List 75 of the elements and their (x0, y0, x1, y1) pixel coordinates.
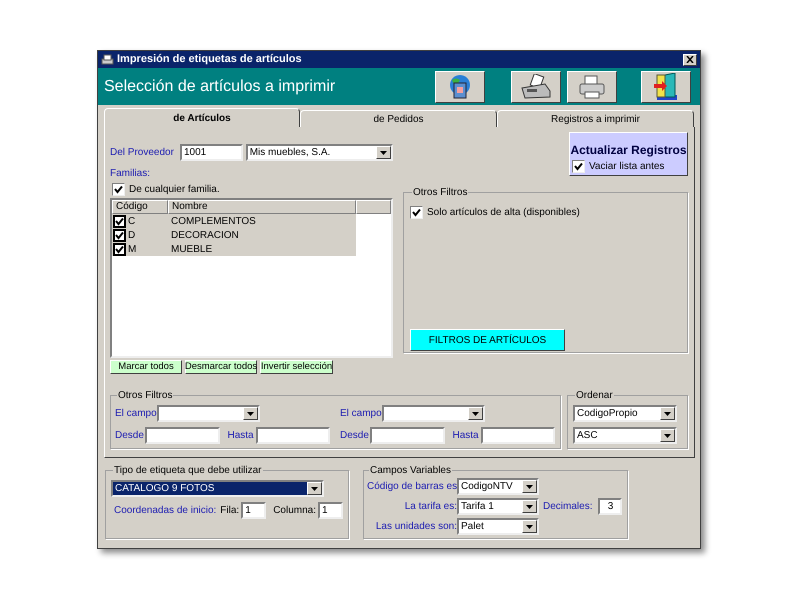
input-field[interactable]: 1001 (180, 144, 243, 161)
exit-button[interactable] (641, 70, 691, 102)
field-label: Familias: (110, 167, 150, 181)
input-field[interactable] (145, 427, 220, 444)
group-title: Otros Filtros (412, 186, 468, 200)
table-cell-text: DECORACION (170, 228, 239, 242)
table-cell-text: C (128, 214, 136, 228)
checkbox-label: Vaciar lista antes (589, 160, 664, 174)
input-field[interactable]: 1 (318, 502, 344, 519)
field-label: Hasta (228, 429, 255, 443)
checkbox[interactable] (113, 242, 126, 256)
dropdown-field[interactable]: ASC (573, 427, 677, 444)
dropdown-field[interactable]: CodigoNTV (457, 478, 540, 495)
field-label: Decimales: (543, 500, 592, 514)
globe-icon (448, 74, 472, 100)
fax-machine-icon (519, 74, 553, 100)
header-title: Selección de artículos a imprimir (104, 76, 336, 96)
globe-button[interactable] (435, 70, 485, 102)
field-label: Columna: (273, 504, 316, 518)
input-field[interactable] (480, 427, 555, 444)
article-filters-button[interactable]: FILTROS DE ARTÍCULOS (410, 329, 565, 351)
field-label: Del Proveedor (110, 146, 175, 160)
printer-icon (101, 54, 114, 66)
checkbox-label: Solo artículos de alta (disponibles) (427, 206, 580, 220)
close-icon[interactable] (683, 54, 697, 66)
column-header[interactable]: Nombre (168, 200, 356, 214)
input-field[interactable]: 3 (598, 498, 622, 515)
field-label: Hasta (452, 429, 480, 443)
dropdown-field[interactable]: CodigoPropio (573, 405, 677, 422)
checkbox[interactable] (410, 206, 423, 219)
checkbox[interactable] (113, 214, 126, 228)
field-label: El campo (115, 407, 157, 421)
checkbox[interactable] (113, 228, 126, 242)
dropdown-field[interactable] (382, 405, 485, 422)
dropdown-field[interactable]: Palet (457, 518, 540, 535)
fax-button[interactable] (511, 70, 561, 102)
table-cell-text: COMPLEMENTOS (170, 214, 256, 228)
list-row[interactable]: M MUEBLE (112, 242, 356, 256)
field-label: Las unidades son: (374, 520, 458, 534)
table-cell-text: MUEBLE (170, 242, 212, 256)
table-cell-text: D (128, 228, 136, 242)
group-title: Ordenar (575, 389, 614, 403)
checkbox-label: De cualquier familia. (129, 183, 220, 197)
list-action-button[interactable]: Marcar todos (110, 360, 182, 374)
dropdown-field[interactable] (157, 405, 260, 422)
checkbox[interactable] (572, 160, 585, 173)
input-field[interactable] (256, 427, 330, 444)
tab[interactable]: de Pedidos (300, 110, 497, 127)
table-cell-text: M (128, 242, 136, 256)
field-label: Fila: (220, 504, 240, 518)
window-title: Impresión de etiquetas de artículos (117, 52, 303, 68)
list-action-button[interactable]: Invertir selección (260, 360, 333, 374)
list-row[interactable]: C COMPLEMENTOS (112, 214, 356, 228)
field-label: Desde (340, 429, 370, 443)
input-field[interactable] (370, 427, 444, 444)
label-type-dropdown[interactable]: CATALOGO 9 FOTOS (111, 480, 324, 497)
group-title: Campos Variables (369, 464, 452, 478)
update-records-button[interactable]: Actualizar Registros (570, 141, 687, 159)
field-label: El campo (340, 407, 382, 421)
group-title: Tipo de etiqueta que debe utilizar (113, 464, 263, 478)
tab[interactable]: de Artículos (104, 108, 300, 127)
group-title: Otros Filtros (117, 389, 174, 403)
tab[interactable]: Registros a imprimir (497, 110, 694, 127)
printer-button[interactable] (567, 70, 617, 102)
checkbox[interactable] (112, 183, 125, 196)
list-row[interactable]: D DECORACION (112, 228, 356, 242)
field-label: Coordenadas de inicio: (114, 504, 216, 518)
printer-icon (577, 74, 607, 100)
input-field[interactable]: 1 (241, 502, 266, 519)
field-label: La tarifa es: (404, 500, 458, 514)
exit-door-icon (653, 72, 679, 100)
dropdown-field[interactable]: Mis muebles, S.A. (246, 144, 393, 161)
column-header[interactable]: Código (112, 200, 168, 214)
dropdown-field[interactable]: Tarifa 1 (457, 498, 540, 515)
field-label: Desde (115, 429, 145, 443)
